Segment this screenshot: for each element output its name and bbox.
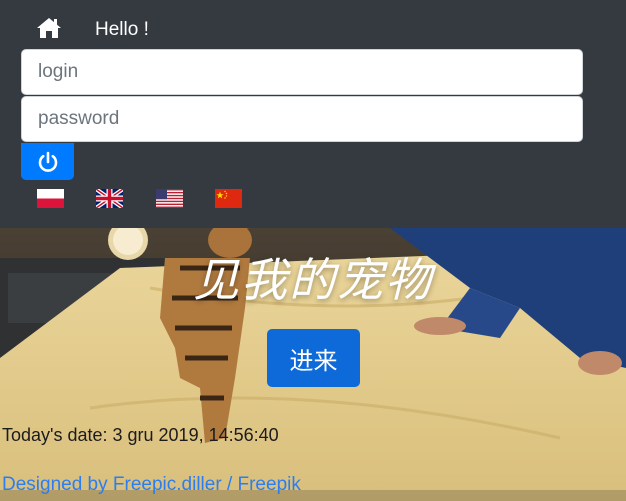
current-date-text: Today's date: 3 gru 2019, 14:56:40 (2, 425, 279, 445)
top-navbar: Hello ! (0, 0, 626, 228)
home-icon[interactable] (36, 17, 62, 39)
login-input[interactable] (21, 49, 583, 95)
hero-section: 见我的宠物 进来 Today's date: 3 gru 2019, 14:56… (0, 228, 626, 501)
flag-china-icon[interactable] (215, 189, 242, 208)
power-icon (38, 151, 57, 172)
password-input[interactable] (21, 96, 583, 142)
page: Hello ! login 见我的宠物 进来 Today's date: 3 g… (0, 0, 626, 501)
flag-poland-icon[interactable] (37, 189, 64, 208)
greeting-text: Hello ! (95, 19, 149, 40)
designer-credit-link[interactable]: Designed by Freepic.diller / Freepik (2, 474, 301, 496)
login-power-button[interactable] (21, 143, 74, 180)
flag-united-states-icon[interactable] (156, 189, 183, 208)
hero-title: 见我的宠物 (193, 253, 433, 307)
enter-button[interactable]: 进来 (267, 329, 360, 387)
flag-united-kingdom-icon[interactable] (96, 189, 123, 208)
